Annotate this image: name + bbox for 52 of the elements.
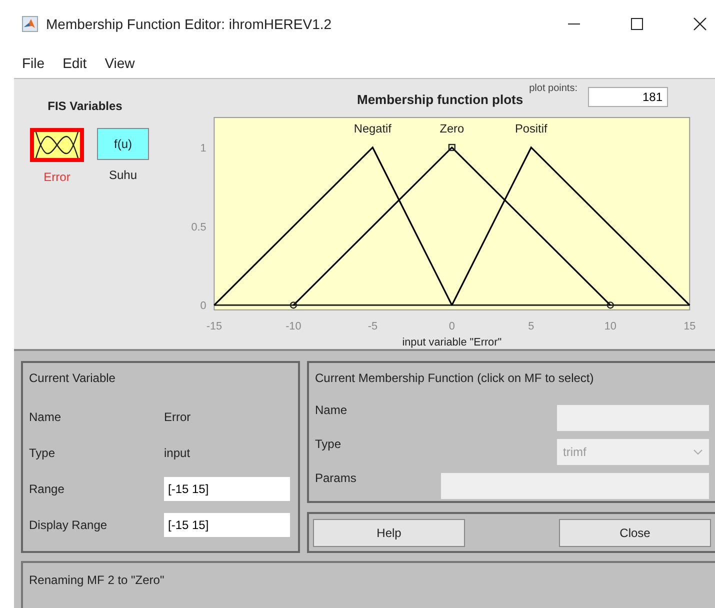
series-label: Negatif bbox=[354, 121, 392, 135]
input-field[interactable]: [-15 15] bbox=[164, 513, 290, 538]
x-tick-label: -10 bbox=[286, 320, 302, 332]
series-label: Zero bbox=[440, 121, 464, 135]
field-value: input bbox=[164, 446, 190, 460]
y-tick-label: 1 bbox=[200, 142, 206, 154]
section-title: FIS Variables bbox=[46, 99, 124, 113]
dialog-button[interactable]: Help bbox=[313, 518, 465, 546]
x-tick-label: 10 bbox=[604, 320, 616, 332]
x-tick-label: -5 bbox=[368, 320, 378, 332]
y-tick-label: 0.5 bbox=[191, 220, 206, 233]
vertex-marker[interactable] bbox=[448, 144, 456, 151]
field-label: Display Range bbox=[29, 518, 108, 532]
panel-title: Current Variable bbox=[29, 371, 116, 387]
plot-points-field[interactable]: 181 bbox=[588, 86, 668, 107]
series-label: Positif bbox=[515, 121, 548, 135]
membership-function-line[interactable] bbox=[451, 146, 690, 306]
panel-title: Current Membership Function (click on MF to select) bbox=[315, 371, 595, 387]
vertex-marker[interactable] bbox=[606, 301, 614, 308]
menu-item[interactable]: File bbox=[22, 55, 45, 71]
app-icon bbox=[22, 16, 38, 32]
menu-item[interactable]: View bbox=[104, 55, 135, 71]
variable-label: Suhu bbox=[108, 168, 138, 182]
input-field[interactable]: [-15 15] bbox=[164, 477, 290, 502]
field-label: Params bbox=[315, 470, 356, 485]
y-tick-label: 0 bbox=[200, 300, 206, 312]
chart-title: Membership function plots bbox=[357, 92, 524, 107]
close-icon[interactable] bbox=[693, 17, 707, 31]
vertex-marker[interactable] bbox=[290, 301, 297, 308]
membership-function-line[interactable] bbox=[214, 146, 453, 306]
field-label: Type bbox=[29, 446, 56, 460]
output-variable-button[interactable]: f(u) bbox=[97, 128, 149, 160]
menu-item[interactable]: Edit bbox=[62, 55, 87, 71]
status-bar: Renaming MF 2 to "Zero" bbox=[21, 561, 715, 608]
x-tick-label: 0 bbox=[448, 320, 455, 332]
chevron-icon bbox=[693, 449, 703, 455]
field-label: Name bbox=[29, 410, 62, 424]
maximize-icon[interactable] bbox=[630, 17, 644, 31]
x-axis-label: input variable "Error" bbox=[402, 336, 502, 348]
window-title: Membership Function Editor: ihromHEREV1.2 bbox=[46, 16, 332, 32]
field-label: Name bbox=[315, 402, 348, 417]
field-label: Range bbox=[29, 482, 66, 496]
field-value: Error bbox=[164, 410, 191, 424]
plot-points-label: plot points: bbox=[529, 83, 578, 94]
membership-function-line[interactable] bbox=[292, 146, 611, 306]
x-tick-label: 15 bbox=[684, 320, 696, 332]
x-tick-label: -15 bbox=[206, 320, 222, 332]
dialog-button[interactable]: Close bbox=[559, 518, 711, 546]
field-label: Type bbox=[315, 436, 342, 451]
x-tick-label: 5 bbox=[528, 320, 534, 332]
input-variable-icon[interactable] bbox=[30, 128, 84, 162]
variable-label: Error bbox=[44, 170, 70, 184]
